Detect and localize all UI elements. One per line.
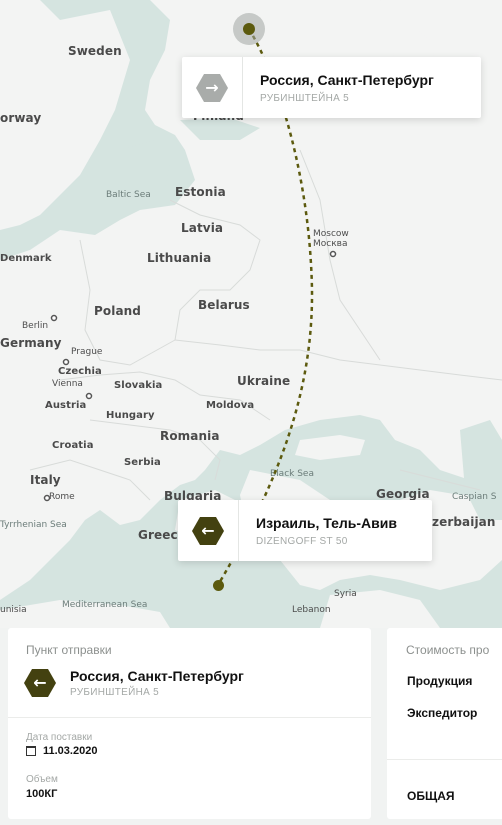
calendar-icon: [26, 746, 36, 756]
map-label-italy: Italy: [30, 473, 61, 487]
delivery-date-label: Дата поставки: [26, 732, 93, 743]
map-label-latvia: Latvia: [181, 221, 224, 235]
cost-row-forwarder: Экспедитор: [407, 706, 478, 720]
volume-value: 100КГ: [26, 788, 58, 800]
map-label-croatia: Croatia: [52, 440, 94, 451]
route-map[interactable]: Sweden orway Finland Estonia Latvia Lith…: [0, 0, 502, 628]
cost-divider: [387, 759, 502, 760]
map-label-caspian-sea: Caspian S: [452, 492, 497, 502]
arrow-left-icon: ←: [192, 516, 224, 545]
volume-label: Объем: [26, 774, 58, 785]
map-label-moldova: Moldova: [206, 400, 255, 411]
map-label-poland: Poland: [94, 304, 141, 318]
map-label-serbia: Serbia: [124, 457, 161, 468]
delivery-date-value: 11.03.2020: [43, 745, 98, 757]
map-label-azerbaijan: zerbaijan: [432, 515, 496, 529]
map-label-moscow: Moscow: [313, 229, 349, 239]
map-label-baltic-sea: Baltic Sea: [106, 190, 151, 200]
map-label-berlin: Berlin: [22, 321, 49, 331]
cost-total-label: ОБЩАЯ: [407, 789, 455, 803]
origin-marker[interactable]: [243, 23, 255, 35]
map-label-ukraine: Ukraine: [237, 374, 291, 388]
arrow-right-icon: →: [196, 73, 228, 102]
map-label-estonia: Estonia: [175, 185, 226, 199]
map-label-tunisia: unisia: [0, 605, 27, 615]
shipment-panel: Пункт отправки ← Россия, Санкт-Петербург…: [8, 628, 371, 819]
map-label-georgia: Georgia: [376, 487, 430, 501]
map-label-romania: Romania: [160, 429, 220, 443]
map-label-slovakia: Slovakia: [114, 380, 163, 391]
destination-route-card[interactable]: ← Израиль, Тель-Авив DIZENGOFF ST 50: [178, 500, 432, 561]
map-label-czechia: Czechia: [58, 366, 102, 377]
map-label-belarus: Belarus: [198, 298, 250, 312]
departure-address: РУБИНШТЕЙНА 5: [70, 687, 160, 698]
map-label-mediterranean-sea: Mediterranean Sea: [62, 600, 148, 610]
map-label-tyrrhenian-sea: Tyrrhenian Sea: [0, 520, 67, 530]
departure-header: Пункт отправки: [26, 643, 112, 657]
panel-divider: [8, 717, 371, 718]
map-label-germany: Germany: [0, 336, 62, 350]
map-label-hungary: Hungary: [106, 410, 155, 421]
map-label-sweden: Sweden: [68, 44, 122, 58]
cost-panel: Стоимость про Продукция Экспедитор ОБЩАЯ: [387, 628, 502, 819]
departure-title: Россия, Санкт-Петербург: [70, 668, 244, 684]
destination-address: DIZENGOFF ST 50: [256, 535, 348, 547]
origin-icon-cell: →: [182, 57, 243, 118]
map-label-austria: Austria: [45, 400, 87, 411]
map-label-vienna: Vienna: [52, 379, 83, 389]
map-label-norway: orway: [0, 111, 42, 125]
destination-marker[interactable]: [213, 580, 224, 591]
origin-title: Россия, Санкт-Петербург: [260, 71, 434, 88]
destination-title: Израиль, Тель-Авив: [256, 514, 397, 531]
map-label-prague: Prague: [71, 347, 103, 357]
origin-route-card[interactable]: → Россия, Санкт-Петербург РУБИНШТЕЙНА 5: [182, 57, 481, 118]
map-label-moscow-ru: Москва: [313, 239, 348, 249]
map-label-black-sea: Black Sea: [270, 469, 314, 479]
destination-icon-cell: ←: [178, 500, 239, 561]
map-label-syria: Syria: [334, 589, 357, 599]
map-label-rome: Rome: [49, 492, 75, 502]
map-label-denmark: Denmark: [0, 253, 52, 264]
arrow-left-icon: ←: [24, 669, 56, 697]
origin-address: РУБИНШТЕЙНА 5: [260, 92, 350, 104]
cost-header: Стоимость про: [406, 643, 490, 657]
map-label-lebanon: Lebanon: [292, 605, 331, 615]
map-label-lithuania: Lithuania: [147, 251, 212, 265]
cost-row-products: Продукция: [407, 674, 473, 688]
